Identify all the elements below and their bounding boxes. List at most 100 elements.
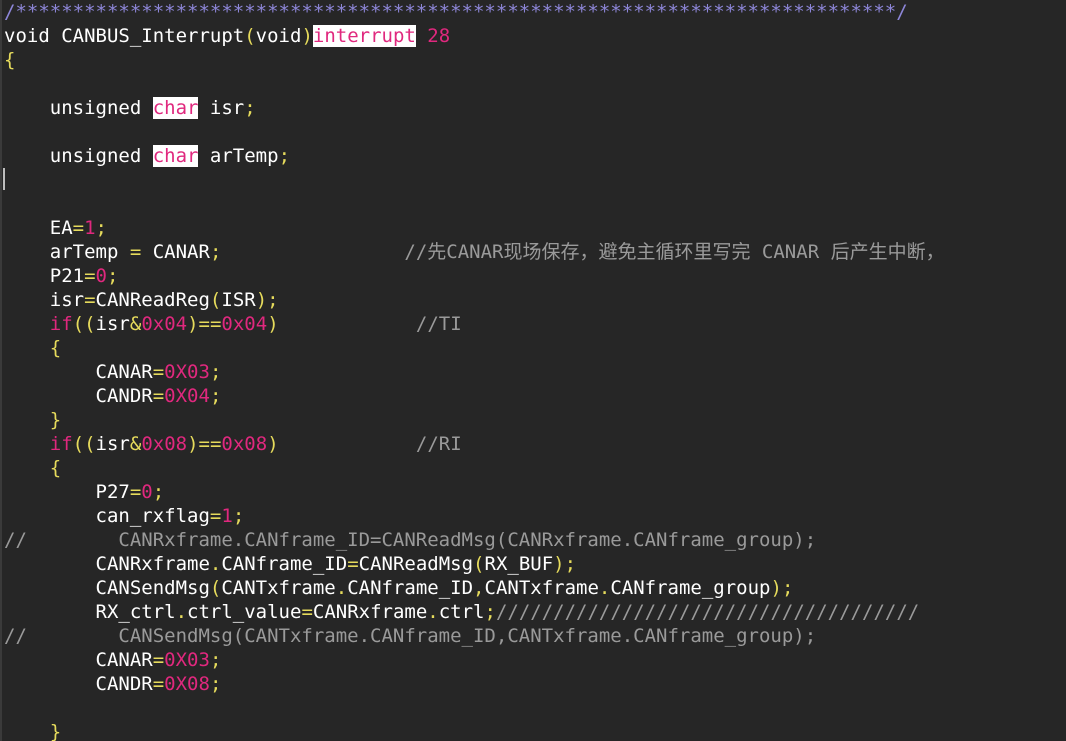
code-token: 0x04 xyxy=(221,313,268,335)
code-token: CANReadMsg xyxy=(358,553,474,575)
code-token: CANRxframe xyxy=(312,601,428,623)
code-line[interactable]: CANAR=0X03; xyxy=(4,360,945,384)
code-editor[interactable]: /***************************************… xyxy=(0,0,1066,741)
code-token: EA xyxy=(4,217,73,239)
code-line[interactable] xyxy=(4,120,945,144)
code-token: ); xyxy=(553,553,577,575)
code-token: isr xyxy=(95,433,130,455)
code-token: = xyxy=(152,649,165,671)
code-token: RX_BUF xyxy=(484,553,554,575)
code-line[interactable]: { xyxy=(4,48,945,72)
code-comment: //RI xyxy=(415,433,462,455)
code-token: ; xyxy=(95,217,107,239)
code-token: RX_ctrl xyxy=(4,601,176,623)
code-token: = xyxy=(84,289,96,311)
code-line[interactable]: unsigned char isr; xyxy=(4,96,945,120)
code-token: ; xyxy=(152,481,165,503)
code-token: ; xyxy=(244,97,256,119)
code-token: ) xyxy=(267,313,279,335)
code-token: ( xyxy=(473,553,485,575)
code-token: 0x08 xyxy=(141,433,188,455)
code-line[interactable]: EA=1; xyxy=(4,216,945,240)
code-token: CANAR xyxy=(4,361,153,383)
code-token: isr xyxy=(198,97,245,119)
code-token: ( xyxy=(209,289,222,311)
code-comment: // CANSendMsg(CANTxframe.CANframe_ID,CAN… xyxy=(4,625,817,647)
code-line[interactable] xyxy=(4,192,945,216)
code-token: = xyxy=(72,217,85,239)
code-line[interactable]: CANSendMsg(CANTxframe.CANframe_ID,CANTxf… xyxy=(4,576,945,600)
code-token: 0 xyxy=(95,265,107,287)
code-line[interactable]: CANAR=0X03; xyxy=(4,648,945,672)
code-line[interactable]: P21=0; xyxy=(4,264,945,288)
code-line[interactable]: void CANBUS_Interrupt(void)interrupt 28 xyxy=(4,24,945,48)
code-token: ; xyxy=(232,505,245,527)
code-line[interactable]: if((isr&0x08)==0x08) //RI xyxy=(4,432,945,456)
code-token: ; xyxy=(484,601,496,623)
code-line[interactable]: } xyxy=(4,408,945,432)
code-line[interactable]: /***************************************… xyxy=(4,0,945,24)
code-token: ISR xyxy=(221,289,256,311)
code-token: } xyxy=(49,409,62,431)
code-token: CANframe_ID xyxy=(221,553,348,575)
code-token: . xyxy=(598,577,611,599)
code-token: ); xyxy=(255,289,279,311)
code-line[interactable]: P27=0; xyxy=(4,480,945,504)
code-token: ; xyxy=(209,673,222,695)
code-token: 1 xyxy=(221,505,233,527)
code-line[interactable] xyxy=(4,72,945,96)
code-line[interactable]: CANDR=0X08; xyxy=(4,672,945,696)
code-token: void CANBUS_Interrupt xyxy=(4,25,245,47)
code-line[interactable]: isr=CANReadReg(ISR); xyxy=(4,288,945,312)
code-token: void xyxy=(255,25,302,47)
code-line[interactable]: CANRxframe.CANframe_ID=CANReadMsg(RX_BUF… xyxy=(4,552,945,576)
code-token: CANframe_ID xyxy=(347,577,474,599)
code-line[interactable]: { xyxy=(4,456,945,480)
code-line[interactable]: unsigned char arTemp; xyxy=(4,144,945,168)
code-token: 0X03 xyxy=(164,649,210,671)
code-token: if xyxy=(49,313,73,335)
code-token: = xyxy=(152,385,165,407)
code-line[interactable]: // CANRxframe.CANframe_ID=CANReadMsg(CAN… xyxy=(4,528,945,552)
code-area[interactable]: /***************************************… xyxy=(4,0,945,741)
highlighted-keyword: char xyxy=(152,145,199,167)
code-token: unsigned xyxy=(4,97,153,119)
code-line[interactable]: { xyxy=(4,336,945,360)
code-token: ; xyxy=(209,361,222,383)
code-token: ) xyxy=(301,25,313,47)
code-token: } xyxy=(49,721,62,741)
code-comment: ///////////////////////////////////// xyxy=(495,601,920,623)
code-line[interactable]: // CANSendMsg(CANTxframe.CANframe_ID,CAN… xyxy=(4,624,945,648)
code-token: ctrl_value xyxy=(187,601,302,623)
code-line[interactable]: CANDR=0X04; xyxy=(4,384,945,408)
code-line[interactable]: arTemp = CANAR; //先CANAR现场保存，避免主循环里写完 CA… xyxy=(4,240,945,264)
highlighted-keyword: char xyxy=(152,97,199,119)
code-token: P27 xyxy=(4,481,130,503)
code-line[interactable]: if((isr&0x04)==0x04) //TI xyxy=(4,312,945,336)
code-token: isr xyxy=(95,313,130,335)
code-token: . xyxy=(427,601,439,623)
code-token: ; xyxy=(106,265,119,287)
code-token: . xyxy=(209,553,222,575)
code-line[interactable]: RX_ctrl.ctrl_value=CANRxframe.ctrl;/////… xyxy=(4,600,945,624)
code-token: 0X04 xyxy=(164,385,210,407)
code-comment: // CANRxframe.CANframe_ID=CANReadMsg(CAN… xyxy=(4,529,817,551)
code-token: ( xyxy=(244,25,256,47)
code-comment: /***************************************… xyxy=(4,1,908,23)
code-token: can_rxflag xyxy=(4,505,210,527)
text-cursor xyxy=(3,168,5,190)
code-token: = xyxy=(347,553,359,575)
code-token: . xyxy=(175,601,188,623)
code-token: if xyxy=(49,433,73,455)
code-token: 0X08 xyxy=(164,673,210,695)
code-token: = xyxy=(129,481,142,503)
code-line[interactable] xyxy=(4,696,945,720)
code-line[interactable]: can_rxflag=1; xyxy=(4,504,945,528)
code-line[interactable]: } xyxy=(4,720,945,741)
code-line[interactable] xyxy=(4,168,945,192)
